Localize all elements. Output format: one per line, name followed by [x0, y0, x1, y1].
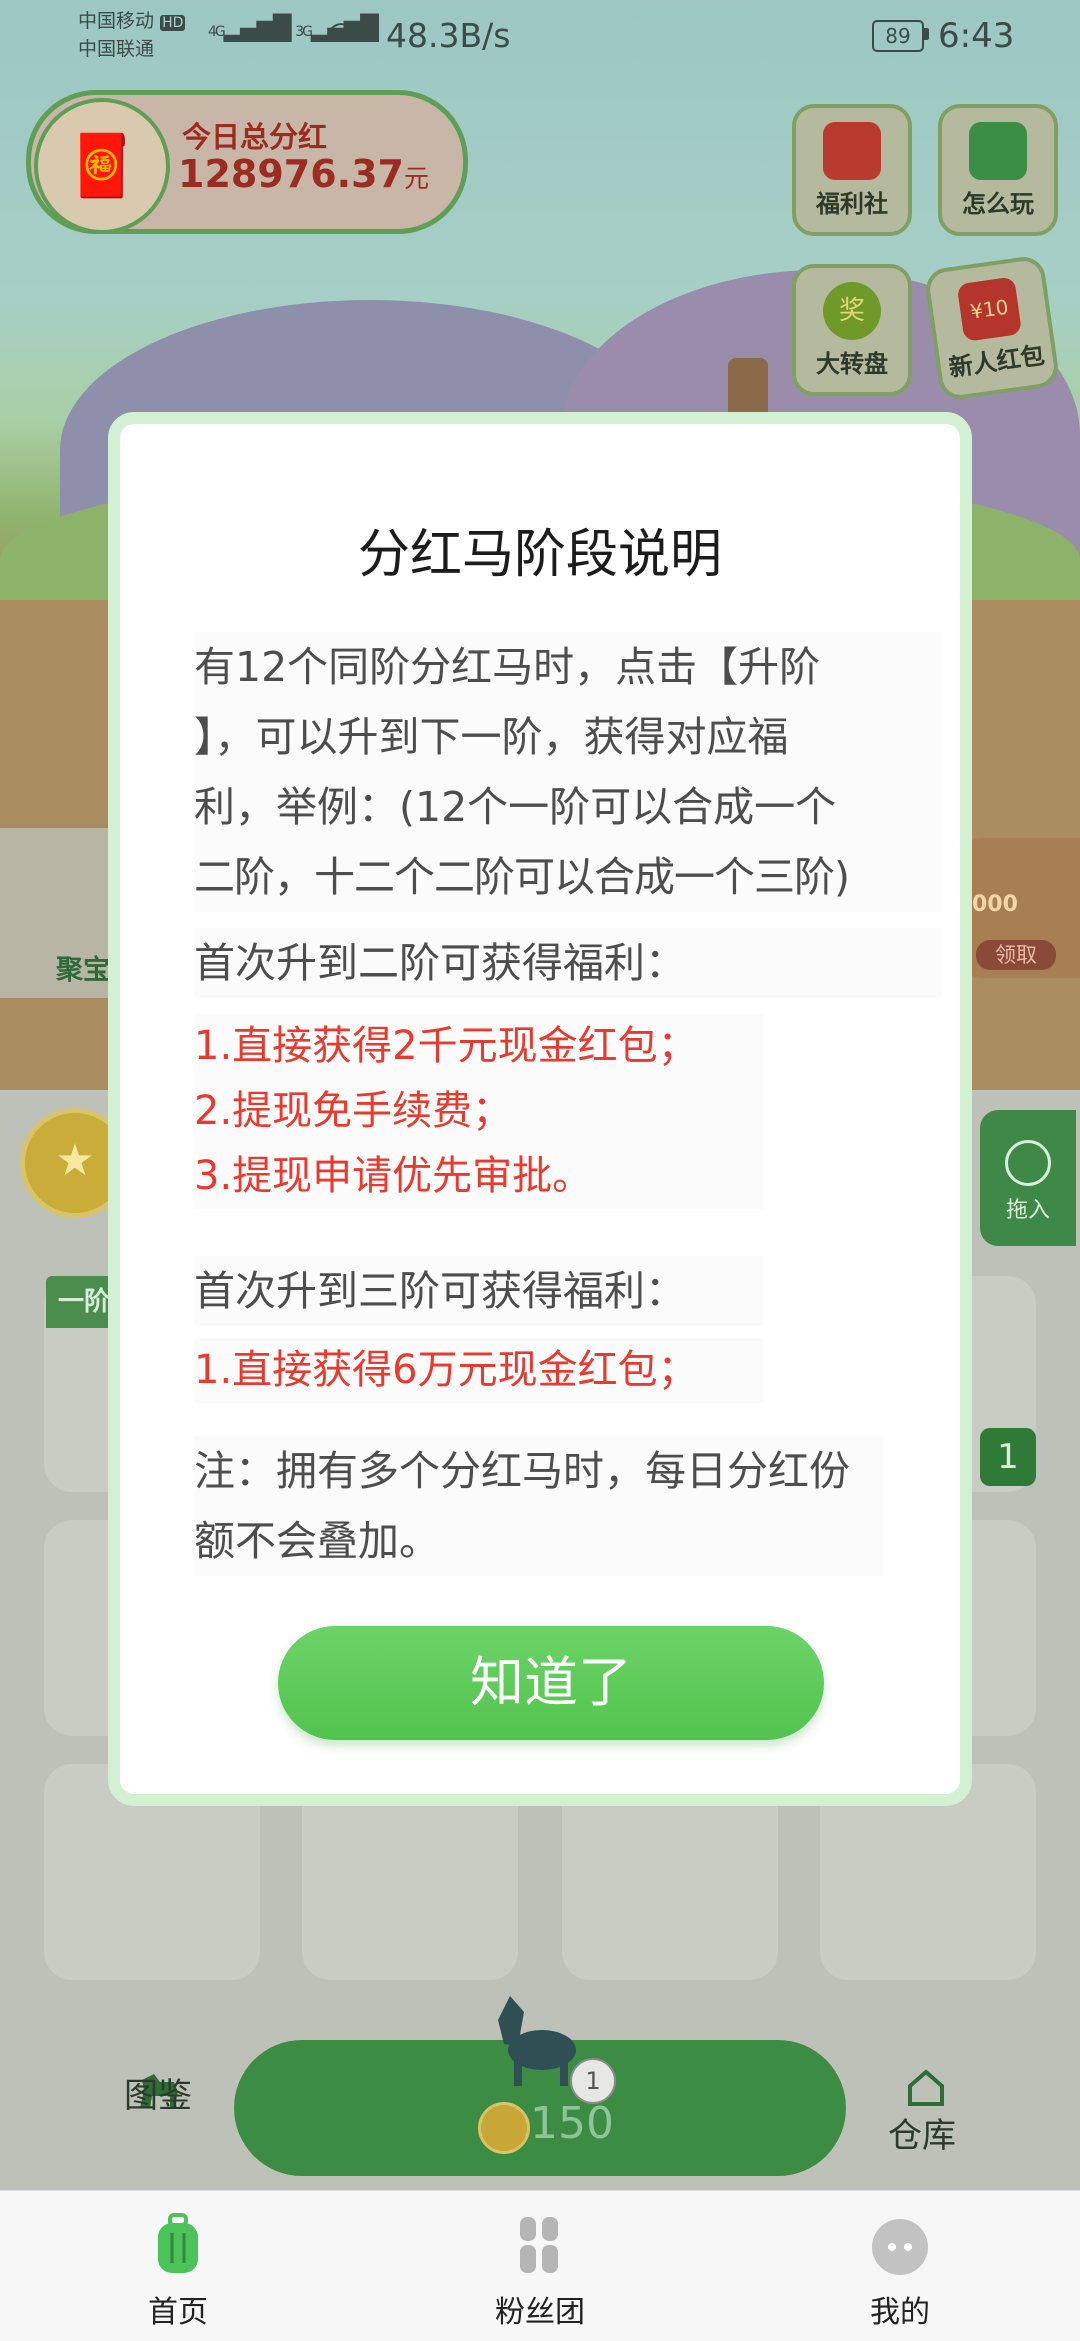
- note-paragraph: 注：拥有多个分红马时，每日分红份 额不会叠加。: [194, 1436, 884, 1576]
- wheel-label: 大转盘: [816, 350, 888, 378]
- stage2-benefits-list: 1.直接获得2千元现金红包； 2.提现免手续费； 3.提现申请优先审批。: [194, 1014, 764, 1209]
- network-type: 3G: [295, 24, 313, 40]
- warehouse-icon: [908, 2069, 944, 2106]
- benefit-item: 1.直接获得2千元现金红包；: [194, 1023, 698, 1069]
- confirm-button[interactable]: 知道了: [278, 1626, 824, 1740]
- god-of-wealth-avatar: 🧧: [34, 98, 170, 234]
- intro-line: 】，可以升到下一阶，获得对应福: [194, 713, 789, 761]
- battery-tip: [924, 28, 929, 40]
- gift-icon: [823, 122, 881, 180]
- stage-explanation-dialog: 分红马阶段说明 有12个同阶分红马时，点击【升阶 】，可以升到下一阶，获得对应福…: [108, 412, 972, 1806]
- buy-price: 150: [530, 2098, 614, 2149]
- network-speed: 48.3B/s: [386, 16, 511, 55]
- count-badge: 1: [980, 1428, 1036, 1486]
- note-line: 额不会叠加。: [194, 1517, 440, 1565]
- recycle-icon: [1005, 1140, 1051, 1186]
- network-type: 4G: [208, 24, 226, 40]
- reward-amount: 000: [972, 892, 1018, 917]
- wheel-icon: 奖: [823, 282, 881, 340]
- avatar-icon: 🧧: [64, 131, 140, 201]
- clock: 6:43: [938, 16, 1015, 56]
- recycle-label: 拖入: [1005, 1198, 1050, 1223]
- carrier-primary: 中国移动: [78, 10, 155, 32]
- hd-badge: HD: [160, 15, 186, 31]
- coin-icon: [478, 2102, 530, 2154]
- how-to-play-label: 怎么玩: [962, 190, 1034, 218]
- treasure-label: 聚宝: [56, 955, 110, 986]
- carrier-secondary: 中国联通: [78, 38, 155, 60]
- claim-button[interactable]: 领取: [976, 940, 1056, 970]
- dividend-unit: 元: [403, 164, 429, 193]
- fans-group-icon: [520, 2217, 558, 2273]
- welfare-label: 福利社: [816, 190, 888, 218]
- redpack-icon: ¥10: [956, 276, 1023, 342]
- guide-icon: [969, 122, 1027, 180]
- stage3-heading: 首次升到三阶可获得福利：: [194, 1256, 764, 1326]
- windmill-icon: [728, 358, 768, 414]
- tab-profile[interactable]: 我的: [800, 2191, 1000, 2331]
- tab-fans[interactable]: 粉丝团: [440, 2191, 640, 2331]
- battery-icon: 89: [872, 20, 924, 52]
- carrier-info: 中国移动 HD 中国联通: [78, 8, 186, 62]
- status-bar: 中国移动 HD 中国联通 4G▂▄▆█ 3G▂▄▆█ ◠ 48.3B/s 89 …: [0, 0, 1080, 70]
- dialog-title: 分红马阶段说明: [357, 525, 722, 585]
- bottom-tab-bar: 首页 粉丝团 我的: [0, 2190, 1080, 2341]
- benefit-item: 2.提现免手续费；: [194, 1088, 513, 1134]
- home-luggage-icon: [158, 2213, 198, 2273]
- intro-line: 有12个同阶分红马时，点击【升阶: [194, 643, 821, 691]
- tab-profile-label: 我的: [870, 2295, 930, 2330]
- recycle-drop-zone[interactable]: 拖入: [980, 1110, 1076, 1246]
- benefit-item: 1.直接获得6万元现金红包；: [194, 1347, 698, 1393]
- stage2-heading: 首次升到二阶可获得福利：: [194, 928, 942, 998]
- newbie-redpack-label: 新人红包: [947, 341, 1047, 383]
- profile-face-icon: [872, 2219, 928, 2275]
- intro-line: 利，举例：(12个一阶可以合成一个: [194, 783, 837, 831]
- wifi-icon: ◠: [326, 14, 356, 54]
- handbook-button[interactable]: 图鉴: [124, 2068, 192, 2117]
- tab-home-label: 首页: [148, 2295, 208, 2330]
- dividend-label: 今日总分红: [182, 120, 328, 154]
- tab-fans-label: 粉丝团: [495, 2295, 585, 2330]
- lucky-wheel-button[interactable]: 奖 大转盘: [792, 264, 912, 396]
- benefit-item: 3.提现申请优先审批。: [194, 1153, 593, 1199]
- tab-home[interactable]: 首页: [78, 2191, 278, 2331]
- stage3-benefits-list: 1.直接获得6万元现金红包；: [194, 1338, 764, 1403]
- note-line: 注：拥有多个分红马时，每日分红份: [194, 1447, 850, 1495]
- how-to-play-button[interactable]: 怎么玩: [938, 104, 1058, 236]
- intro-paragraph: 有12个同阶分红马时，点击【升阶 】，可以升到下一阶，获得对应福 利，举例：(1…: [194, 632, 942, 912]
- newbie-redpack-button[interactable]: ¥10 新人红包: [923, 254, 1061, 402]
- dividend-value: 128976.37: [178, 152, 404, 196]
- welfare-button[interactable]: 福利社: [792, 104, 912, 236]
- dividend-amount: 128976.37元: [178, 152, 429, 196]
- intro-line: 二阶，十二个二阶可以合成一个三阶): [194, 853, 850, 901]
- warehouse-button[interactable]: 仓库: [888, 2108, 956, 2157]
